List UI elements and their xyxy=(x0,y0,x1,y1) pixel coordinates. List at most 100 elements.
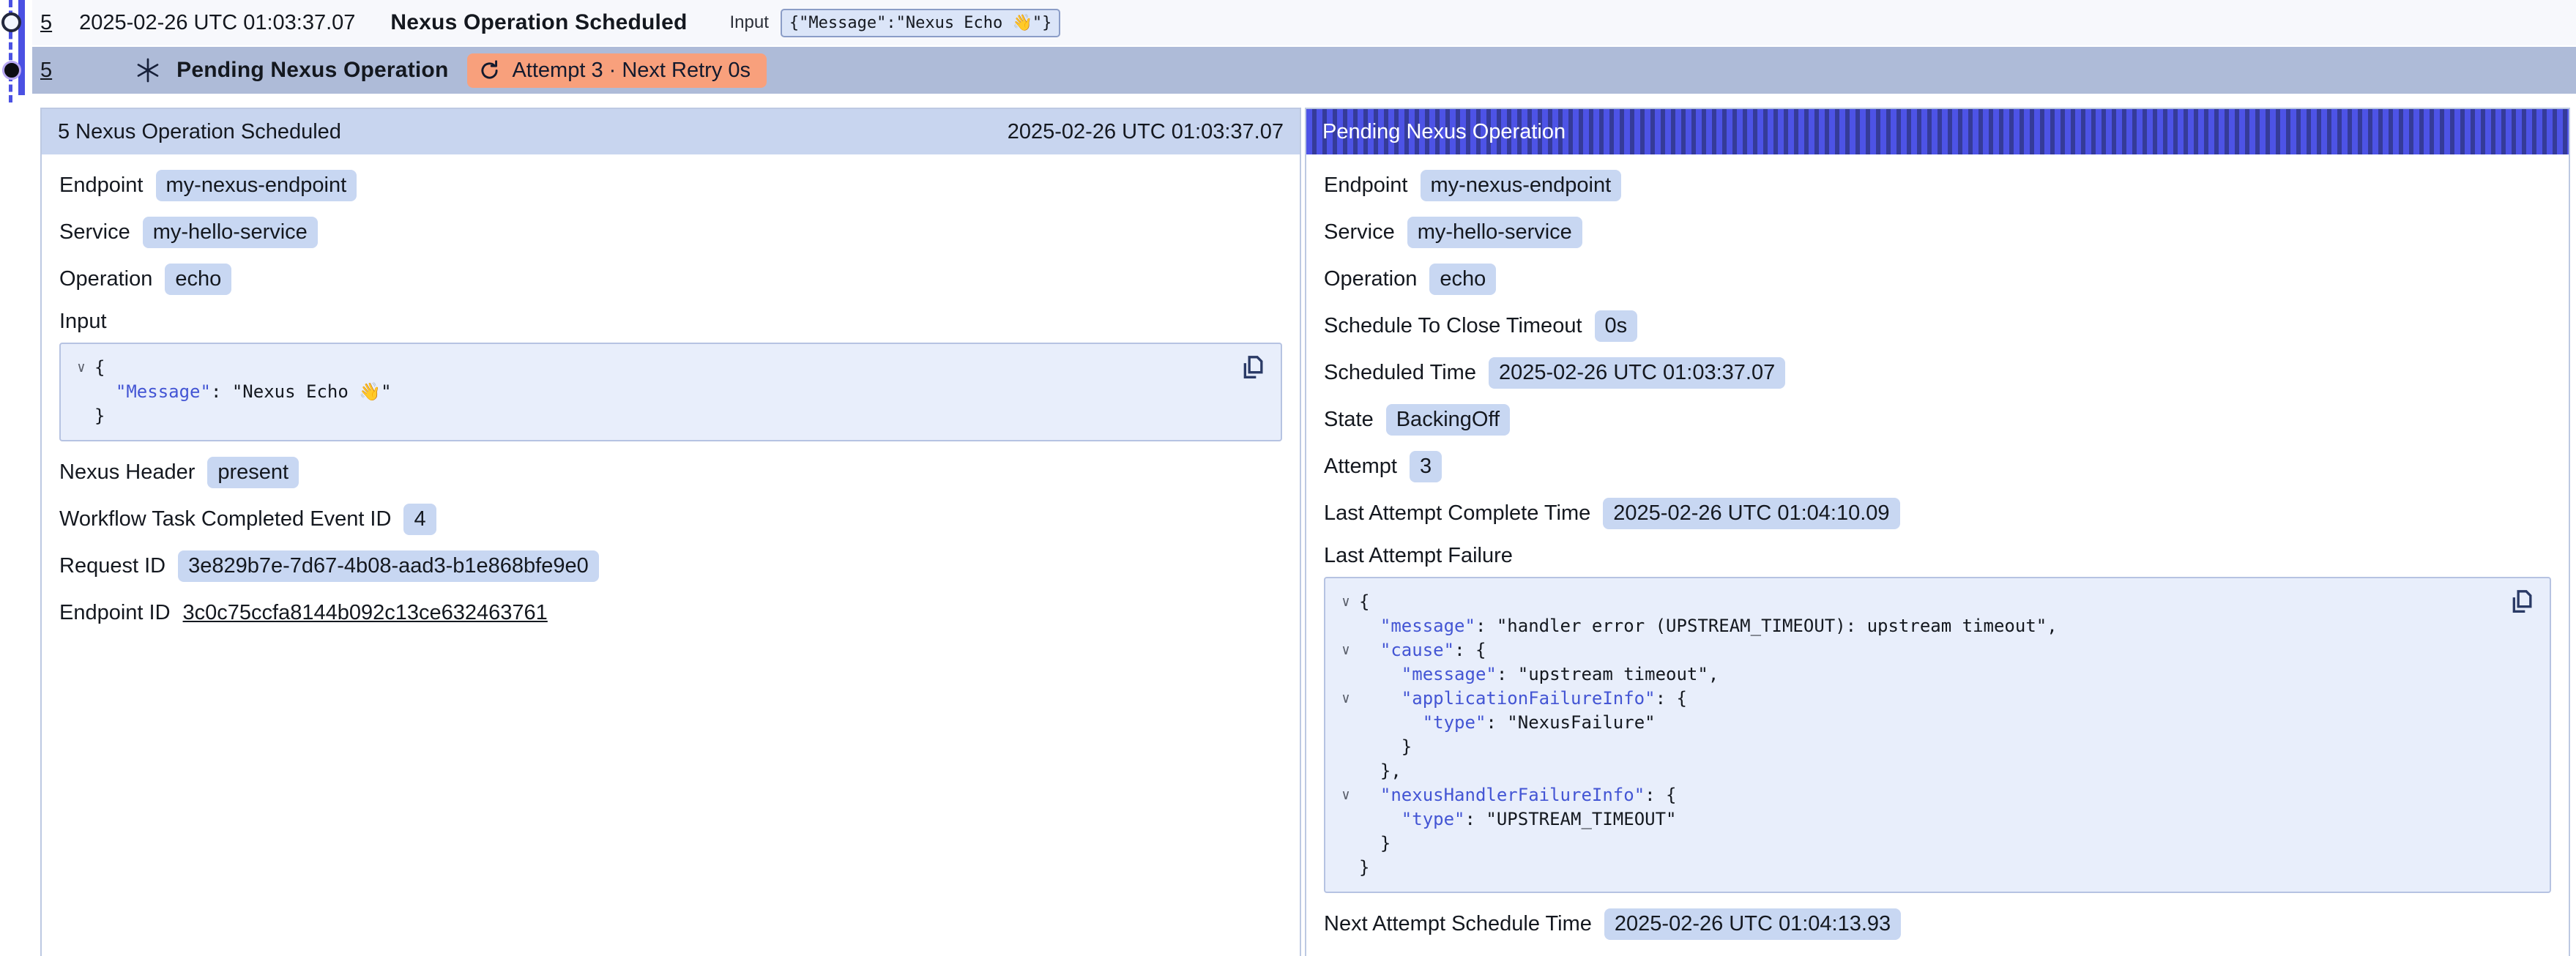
gutter-spacer xyxy=(68,404,94,428)
field-label-scheduled-time: Scheduled Time xyxy=(1324,361,1476,385)
field-value-endpoint-id-link[interactable]: 3c0c75ccfa8144b092c13ce632463761 xyxy=(183,601,548,625)
code-line: } xyxy=(68,404,1215,428)
gutter-spacer xyxy=(1333,662,1359,687)
code-line: ∨{ xyxy=(1333,590,2484,614)
timeline-node-scheduled[interactable] xyxy=(1,12,21,32)
failure-section-label: Last Attempt Failure xyxy=(1324,544,2551,568)
code-line: "message": "upstream timeout", xyxy=(1333,662,2484,687)
code-line: ∨ "cause": { xyxy=(1333,638,2484,662)
field-row-endpoint-id: Endpoint ID 3c0c75ccfa8144b092c13ce632463… xyxy=(59,597,1282,629)
field-value-scheduled-time-badge: 2025-02-26 UTC 01:03:37.07 xyxy=(1489,357,1785,389)
field-value-operation-badge: echo xyxy=(1429,264,1496,295)
pending-title: Pending Nexus Operation xyxy=(176,58,448,83)
field-label-next-attempt-schedule-time: Next Attempt Schedule Time xyxy=(1324,912,1592,936)
chevron-down-icon[interactable]: ∨ xyxy=(1333,783,1359,807)
code-text: } xyxy=(1359,832,1391,856)
retry-badge-label: Attempt 3 · Next Retry 0s xyxy=(512,59,751,83)
gutter-spacer xyxy=(1333,832,1359,856)
history-row-pending-operation[interactable]: 5 Pending Nexus Operation Attempt 3 · Ne… xyxy=(32,47,2576,94)
field-value-service-badge: my-hello-service xyxy=(143,217,318,248)
code-line: "type": "NexusFailure" xyxy=(1333,711,2484,735)
chevron-down-icon[interactable]: ∨ xyxy=(1333,590,1359,614)
field-label-schedule-to-close-timeout: Schedule To Close Timeout xyxy=(1324,314,1582,338)
field-row-endpoint: Endpointmy-nexus-endpoint xyxy=(59,169,1282,201)
retry-icon xyxy=(477,59,502,83)
copy-icon[interactable] xyxy=(1238,353,1269,384)
field-value-nexus-header-badge: present xyxy=(207,457,299,488)
event-id-link[interactable]: 5 xyxy=(40,11,52,35)
field-label-attempt: Attempt xyxy=(1324,455,1397,479)
field-row-endpoint: Endpoint my-nexus-endpoint xyxy=(1324,169,2551,201)
event-group-accent-bar xyxy=(18,0,25,95)
event-timestamp: 2025-02-26 UTC 01:03:37.07 xyxy=(79,11,355,35)
gutter-spacer xyxy=(1333,807,1359,832)
code-line: "Message": "Nexus Echo 👋" xyxy=(68,380,1215,404)
field-value-schedule-to-close-timeout-badge: 0s xyxy=(1595,310,1638,342)
field-value-next-attempt-schedule-time-badge: 2025-02-26 UTC 01:04:13.93 xyxy=(1604,908,1901,940)
code-text: "type": "NexusFailure" xyxy=(1359,711,1656,735)
code-line: } xyxy=(1333,856,2484,880)
code-text: }, xyxy=(1359,759,1401,783)
field-value-workflow-task-completed-event-id-badge: 4 xyxy=(403,504,436,535)
field-label-endpoint: Endpoint xyxy=(59,173,144,198)
event-panel-header: 5 Nexus Operation Scheduled 2025-02-26 U… xyxy=(42,109,1300,154)
chevron-down-icon[interactable]: ∨ xyxy=(1333,687,1359,711)
chevron-down-icon[interactable]: ∨ xyxy=(1333,638,1359,662)
field-value-attempt-badge: 3 xyxy=(1410,451,1442,482)
field-value-last-attempt-complete-time-badge: 2025-02-26 UTC 01:04:10.09 xyxy=(1603,498,1899,529)
code-text: } xyxy=(1359,856,1369,880)
field-value-operation-badge: echo xyxy=(165,264,231,295)
spark-asterisk-icon xyxy=(134,56,162,84)
code-text: } xyxy=(94,404,105,428)
field-row-state: State BackingOff xyxy=(1324,403,2551,436)
gutter-spacer xyxy=(68,380,94,404)
event-panel-timestamp: 2025-02-26 UTC 01:03:37.07 xyxy=(1008,120,1284,144)
copy-icon[interactable] xyxy=(2507,587,2538,618)
event-detail-panel: 5 Nexus Operation Scheduled 2025-02-26 U… xyxy=(40,108,1301,956)
field-row-operation: Operation echo xyxy=(59,263,1282,295)
code-text: "cause": { xyxy=(1359,638,1486,662)
gutter-spacer xyxy=(1333,759,1359,783)
input-code-block: ∨{ "Message": "Nexus Echo 👋"} xyxy=(59,343,1282,441)
code-text: "nexusHandlerFailureInfo": { xyxy=(1359,783,1677,807)
chevron-down-icon[interactable]: ∨ xyxy=(68,356,94,380)
field-row-schedule-to-close-timeout: Schedule To Close Timeout 0s xyxy=(1324,310,2551,342)
field-value-state-badge: BackingOff xyxy=(1386,404,1510,436)
code-line: ∨{ xyxy=(68,356,1215,380)
field-row-nexus-header: Nexus Header present xyxy=(59,456,1282,488)
field-row-workflow-task-completed-event-id: Workflow Task Completed Event ID 4 xyxy=(59,503,1282,535)
timeline-node-pending[interactable] xyxy=(2,61,21,80)
pending-panel-header: Pending Nexus Operation xyxy=(1306,109,2569,154)
pending-id-link[interactable]: 5 xyxy=(40,59,52,83)
field-label-state: State xyxy=(1324,408,1374,432)
field-label-endpoint: Endpoint xyxy=(1324,173,1408,198)
event-panel-title: 5 Nexus Operation Scheduled xyxy=(58,120,341,144)
field-label-endpoint-id: Endpoint ID xyxy=(59,601,171,625)
code-text: "applicationFailureInfo": { xyxy=(1359,687,1687,711)
retry-attempt-badge[interactable]: Attempt 3 · Next Retry 0s xyxy=(467,53,767,88)
field-row-operation: Operation echo xyxy=(1324,263,2551,295)
field-label-operation: Operation xyxy=(59,267,152,291)
field-value-endpoint-badge: my-nexus-endpoint xyxy=(1421,170,1622,201)
event-input-preview-badge[interactable]: {"Message":"Nexus Echo 👋"} xyxy=(781,9,1061,37)
field-row-request-id: Request ID3e829b7e-7d67-4b08-aad3-b1e868… xyxy=(59,550,1282,582)
code-text: "type": "UPSTREAM_TIMEOUT" xyxy=(1359,807,1676,832)
field-label-operation: Operation xyxy=(1324,267,1417,291)
field-label-nexus-header: Nexus Header xyxy=(59,460,195,485)
gutter-spacer xyxy=(1333,614,1359,638)
field-label-service: Service xyxy=(59,220,130,244)
code-text: { xyxy=(1359,590,1369,614)
code-text: "Message": "Nexus Echo 👋" xyxy=(94,380,392,404)
gutter-spacer xyxy=(1333,856,1359,880)
field-value-service-badge: my-hello-service xyxy=(1407,217,1582,248)
code-line: ∨ "nexusHandlerFailureInfo": { xyxy=(1333,783,2484,807)
field-row-scheduled-time: Scheduled Time 2025-02-26 UTC 01:03:37.07 xyxy=(1324,356,2551,389)
code-text: } xyxy=(1359,735,1412,759)
field-row-attempt: Attempt 3 xyxy=(1324,450,2551,482)
code-line: "message": "handler error (UPSTREAM_TIME… xyxy=(1333,614,2484,638)
field-label-workflow-task-completed-event-id: Workflow Task Completed Event ID xyxy=(59,507,391,531)
code-text: "message": "upstream timeout", xyxy=(1359,662,1719,687)
history-row-event[interactable]: 5 2025-02-26 UTC 01:03:37.07 Nexus Opera… xyxy=(32,0,2576,45)
code-line: ∨ "applicationFailureInfo": { xyxy=(1333,687,2484,711)
gutter-spacer xyxy=(1333,711,1359,735)
